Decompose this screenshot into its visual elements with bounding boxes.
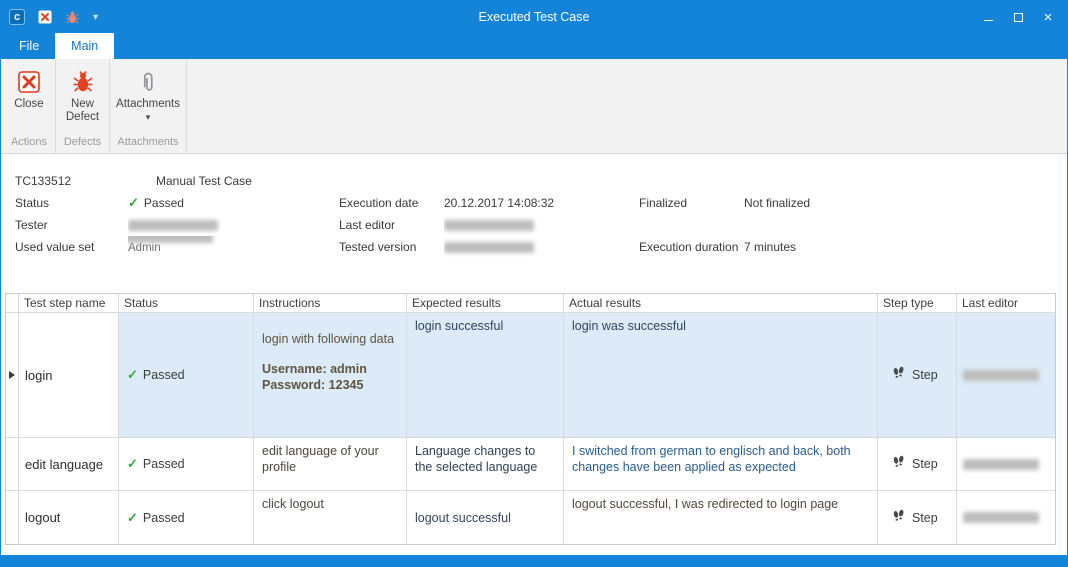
step-name-cell[interactable]: edit language <box>19 438 119 491</box>
title-bar: c ▾ Executed Test Case × <box>1 1 1067 33</box>
column-header-expected-results[interactable]: Expected results <box>407 294 564 313</box>
column-header-actual-results[interactable]: Actual results <box>564 294 878 313</box>
step-type-cell[interactable]: Step <box>878 491 957 544</box>
redacted-text <box>128 220 218 231</box>
close-window-button[interactable]: × <box>1033 1 1063 33</box>
step-type-cell[interactable]: Step <box>878 313 957 438</box>
step-actual-results-cell[interactable]: I switched from german to englisch and b… <box>564 438 878 491</box>
paperclip-icon <box>137 69 159 95</box>
step-status-cell[interactable]: ✓ Passed <box>119 438 254 491</box>
tab-file[interactable]: File <box>3 33 55 59</box>
step-instructions-cell[interactable]: edit language of your profile <box>254 438 407 491</box>
used-value-set-value: Admin <box>128 236 339 258</box>
row-indicator <box>6 438 19 491</box>
ribbon-group-defects: New Defect Defects <box>56 59 109 153</box>
test-case-id: TC133512 <box>15 170 128 192</box>
tab-main[interactable]: Main <box>55 33 114 59</box>
step-expected-results-cell[interactable]: login successful <box>407 313 564 438</box>
execution-duration-value: 7 minutes <box>744 236 1067 258</box>
redacted-text <box>444 220 534 231</box>
execution-duration-label: Execution duration <box>639 236 744 258</box>
tested-version-value <box>444 236 639 258</box>
status-label: Status <box>15 192 128 214</box>
ribbon-group-label-defects: Defects <box>56 135 109 153</box>
check-icon: ✓ <box>127 367 138 383</box>
bug-icon <box>71 69 95 95</box>
new-defect-label-line2: Defect <box>66 111 99 124</box>
ribbon-group-actions: Close Actions <box>3 59 55 153</box>
ribbon-group-label-attachments: Attachments <box>110 135 186 153</box>
step-status-cell[interactable]: ✓ Passed <box>119 313 254 438</box>
window-controls: × <box>973 1 1063 33</box>
close-button-label: Close <box>14 98 43 111</box>
test-case-details-panel: TC133512 Manual Test Case Status ✓ Passe… <box>1 154 1067 292</box>
attachments-button-label: Attachments <box>116 98 180 111</box>
row-indicator <box>6 313 19 438</box>
step-status-cell[interactable]: ✓ Passed <box>119 491 254 544</box>
finalized-label: Finalized <box>639 192 744 214</box>
column-header-status[interactable]: Status <box>119 294 254 313</box>
column-header-step-type[interactable]: Step type <box>878 294 957 313</box>
row-indicator-header <box>6 294 19 313</box>
column-header-instructions[interactable]: Instructions <box>254 294 407 313</box>
tester-label: Tester <box>15 214 128 236</box>
step-last-editor-cell[interactable] <box>957 438 1055 491</box>
finalized-value: Not finalized <box>744 192 1067 214</box>
tester-value <box>128 214 339 236</box>
column-header-test-step-name[interactable]: Test step name <box>19 294 119 313</box>
bottom-accent-bar <box>1 555 1067 566</box>
execution-date-value: 20.12.2017 14:08:32 <box>444 192 639 214</box>
step-last-editor-cell[interactable] <box>957 491 1055 544</box>
step-instructions-cell[interactable]: login with following data Username: admi… <box>254 313 407 438</box>
step-actual-results-cell[interactable]: login was successful <box>564 313 878 438</box>
check-icon: ✓ <box>127 456 138 472</box>
redacted-text <box>963 370 1039 381</box>
close-button[interactable]: Close <box>10 67 47 113</box>
ribbon-separator <box>186 59 187 153</box>
test-case-type: Manual Test Case <box>128 170 339 192</box>
new-defect-button[interactable]: New Defect <box>62 67 103 126</box>
step-expected-results-cell[interactable]: logout successful <box>407 491 564 544</box>
step-instructions-cell[interactable]: click logout <box>254 491 407 544</box>
step-actual-results-cell[interactable]: logout successful, I was redirected to l… <box>564 491 878 544</box>
executed-test-case-window: c ▾ Executed Test Case × File Main <box>0 0 1068 567</box>
chevron-down-icon: ▾ <box>146 114 151 120</box>
new-defect-label-line1: New <box>71 98 94 111</box>
redacted-text <box>444 242 534 253</box>
current-row-arrow-icon <box>9 371 15 379</box>
row-indicator <box>6 491 19 544</box>
redacted-text <box>963 512 1039 523</box>
window-title: Executed Test Case <box>1 1 1067 33</box>
maximize-button[interactable] <box>1003 1 1033 33</box>
redacted-text <box>963 459 1039 470</box>
step-expected-results-cell[interactable]: Language changes to the selected languag… <box>407 438 564 491</box>
ribbon-group-label-actions: Actions <box>3 135 55 153</box>
tested-version-label: Tested version <box>339 236 444 258</box>
attachments-button[interactable]: Attachments ▾ <box>112 67 184 122</box>
test-steps-table: Test step name Status Instructions Expec… <box>5 293 1056 545</box>
minimize-button[interactable] <box>973 1 1003 33</box>
last-editor-label: Last editor <box>339 214 444 236</box>
footsteps-icon <box>890 365 907 385</box>
column-header-last-editor[interactable]: Last editor <box>957 294 1055 313</box>
footsteps-icon <box>890 454 907 474</box>
execution-date-label: Execution date <box>339 192 444 214</box>
close-icon <box>17 69 41 95</box>
redacted-text <box>128 236 213 243</box>
last-editor-value <box>444 214 639 236</box>
status-value: ✓ Passed <box>128 192 339 214</box>
step-name-cell[interactable]: login <box>19 313 119 438</box>
check-icon: ✓ <box>127 510 138 526</box>
step-name-cell[interactable]: logout <box>19 491 119 544</box>
ribbon-group-attachments: Attachments ▾ Attachments <box>110 59 186 153</box>
step-last-editor-cell[interactable] <box>957 313 1055 438</box>
check-icon: ✓ <box>128 195 139 211</box>
used-value-set-label: Used value set <box>15 236 128 258</box>
footsteps-icon <box>890 508 907 528</box>
ribbon-tab-strip: File Main <box>1 33 1067 59</box>
ribbon: Close Actions New Defect Defects <box>1 59 1067 154</box>
step-type-cell[interactable]: Step <box>878 438 957 491</box>
